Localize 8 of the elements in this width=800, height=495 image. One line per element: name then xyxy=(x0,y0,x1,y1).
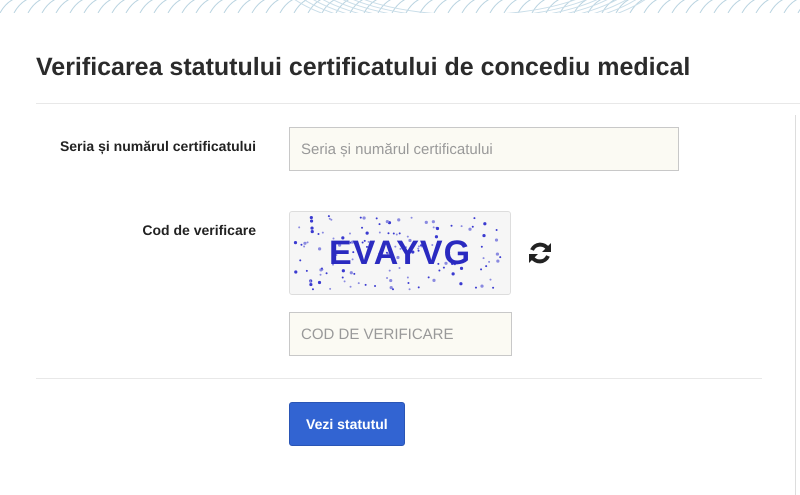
field-label: Seria și numărul certificatului xyxy=(58,137,256,154)
input-field[interactable]: COD DE VERIFICARE xyxy=(289,312,512,356)
page-title: Verificarea statutului certificatului de concediu medical xyxy=(36,52,692,83)
field-label: Cod de verificare xyxy=(141,221,256,238)
captcha-image: EVAYVG xyxy=(289,211,511,295)
refresh-icon[interactable] xyxy=(527,240,553,266)
submit-button[interactable]: Vezi statutul xyxy=(289,402,405,446)
input-field[interactable]: Seria și numărul certificatului xyxy=(289,127,679,171)
